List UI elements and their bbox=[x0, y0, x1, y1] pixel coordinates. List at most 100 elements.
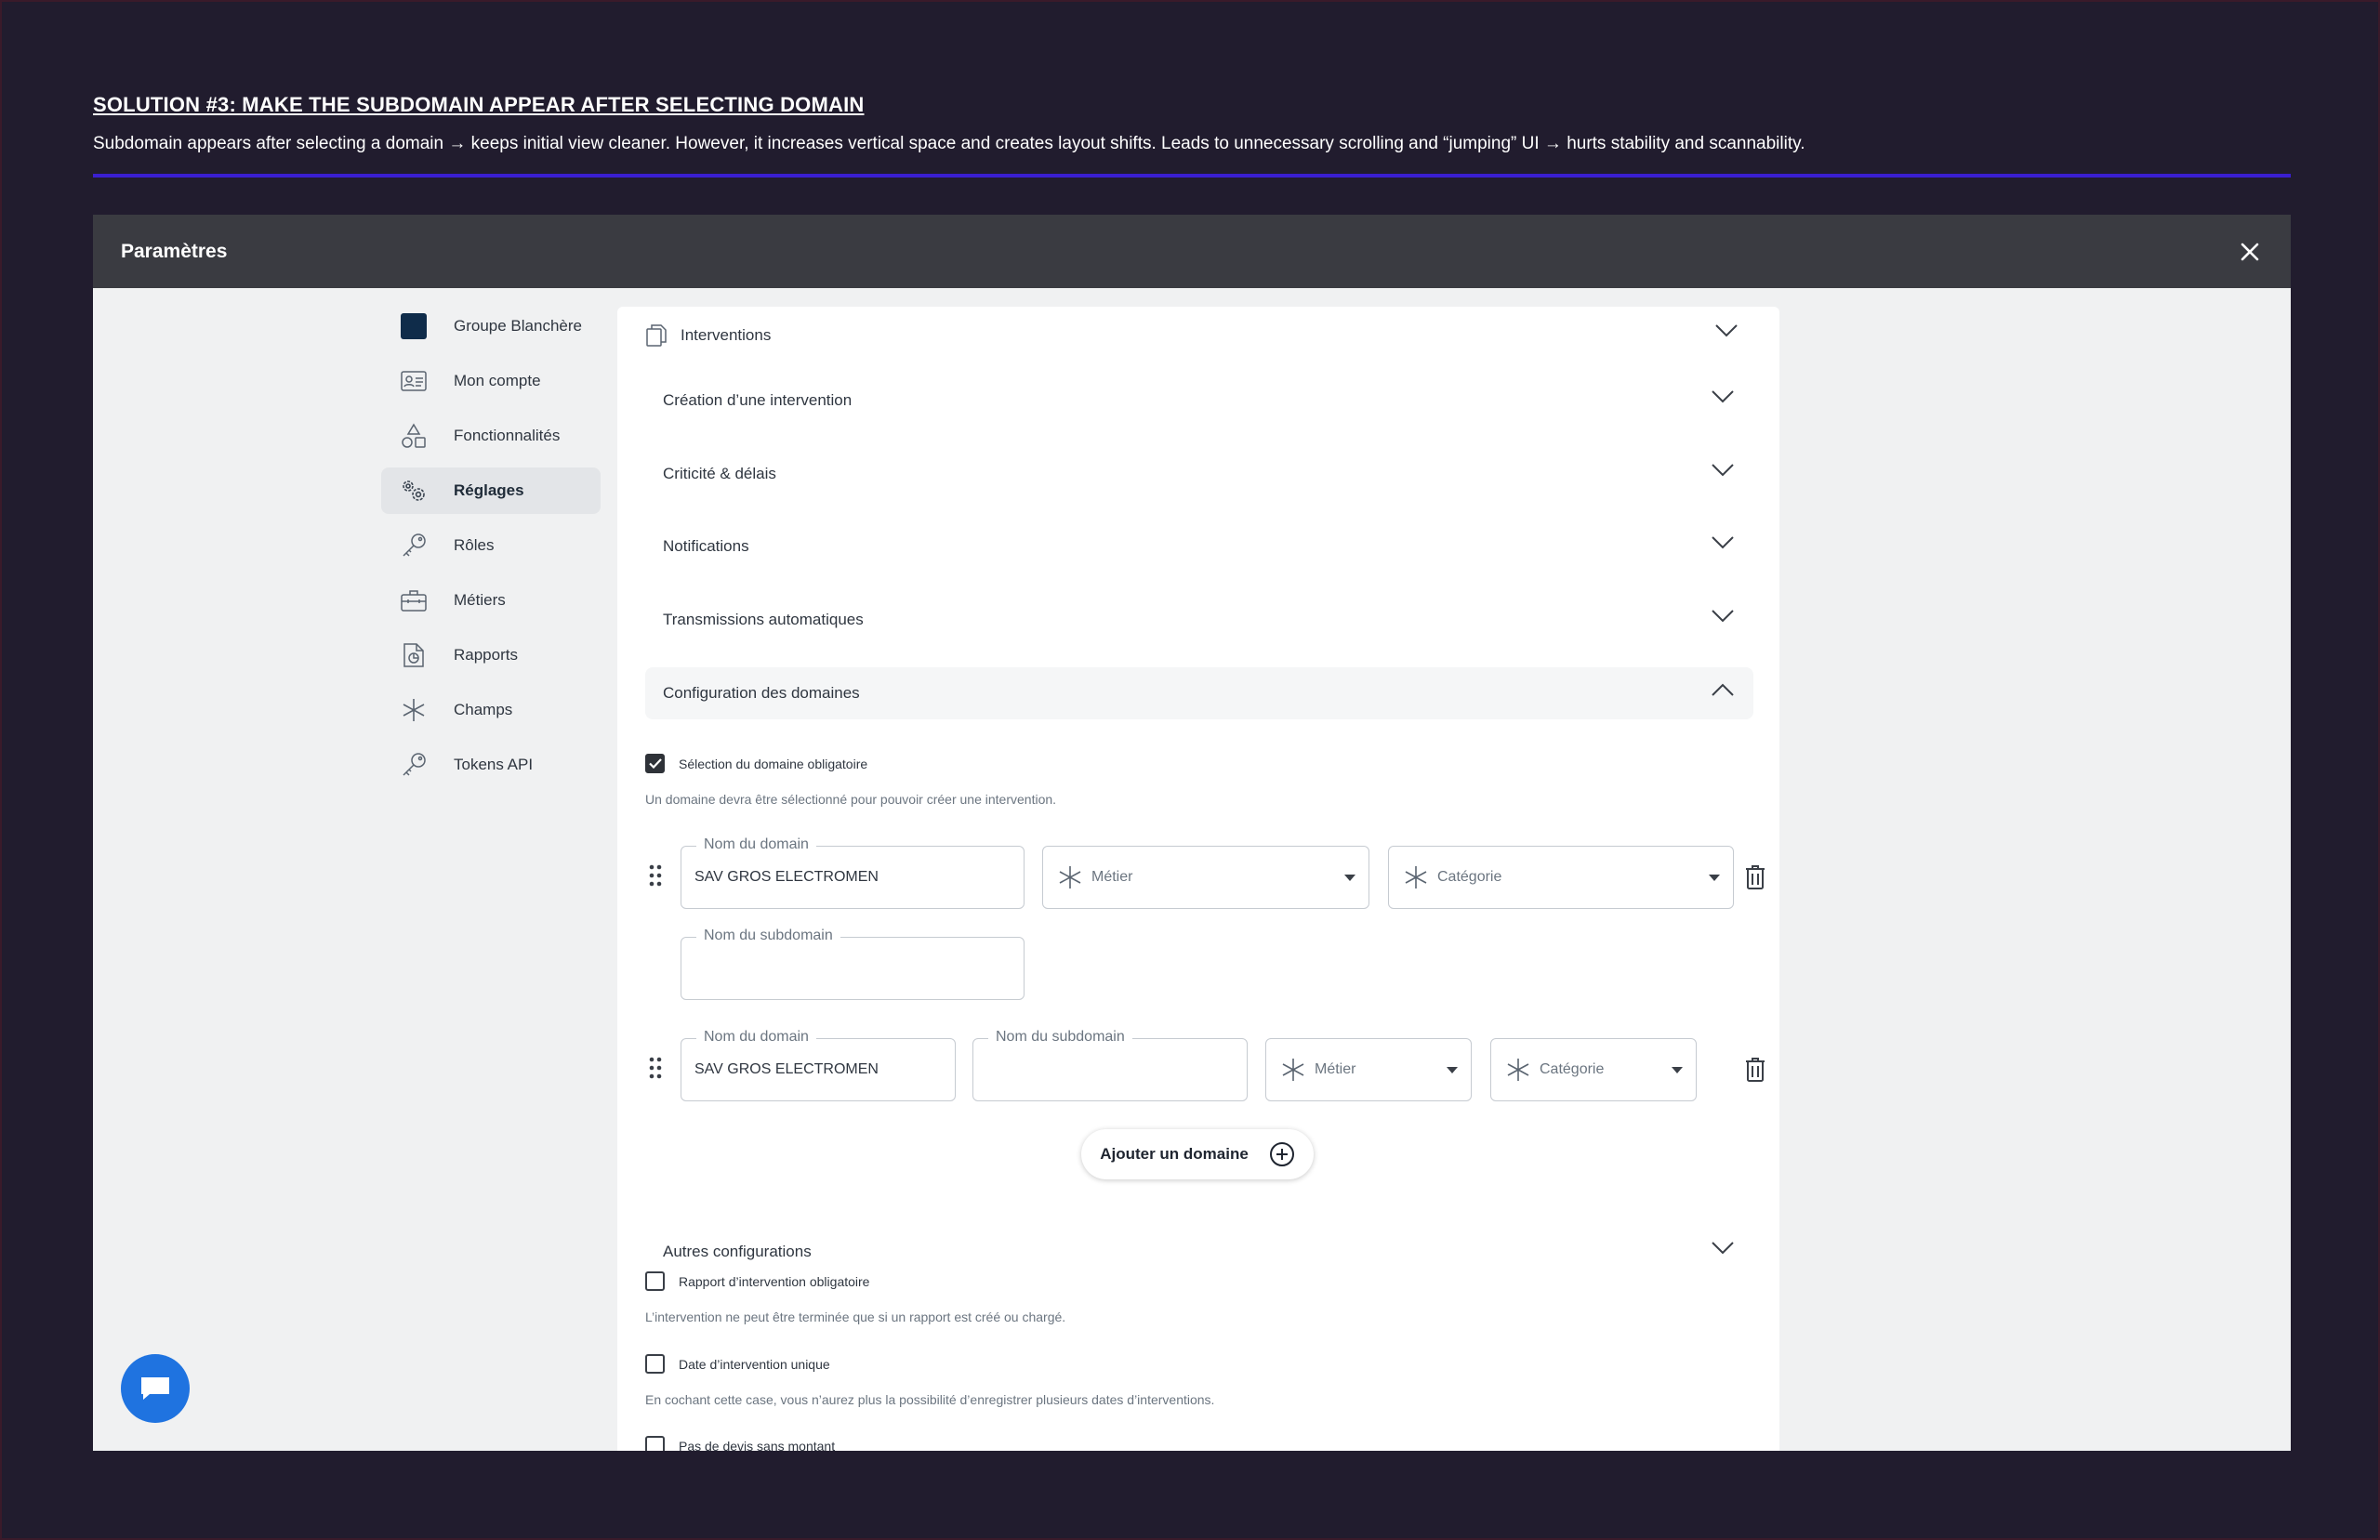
panel-header[interactable]: Interventions bbox=[645, 320, 1761, 351]
doc-title: SOLUTION #3: MAKE THE SUBDOMAIN APPEAR A… bbox=[93, 93, 865, 116]
option-devis-row: Pas de devis sans montant bbox=[645, 1436, 835, 1451]
report-file-icon bbox=[400, 641, 428, 669]
option-date-checkbox[interactable] bbox=[645, 1354, 665, 1374]
sidebar-item-fonctionnalites[interactable]: Fonctionnalités bbox=[381, 413, 601, 459]
sidebar-item-metiers[interactable]: Métiers bbox=[381, 577, 601, 624]
domain-required-checkbox[interactable] bbox=[645, 754, 665, 773]
sidebar-item-label: Champs bbox=[454, 701, 513, 718]
chat-bubble-icon bbox=[141, 1377, 169, 1400]
sidebar-item-label: Rôles bbox=[454, 536, 495, 554]
sidebar-item-tokens-api[interactable]: Tokens API bbox=[381, 742, 601, 788]
subdomain-name-field[interactable]: Nom du subdomain bbox=[681, 928, 1025, 1000]
categorie-select[interactable]: Catégorie bbox=[1388, 846, 1734, 909]
caret-down-icon bbox=[1344, 875, 1355, 881]
section-label: Création d’une intervention bbox=[663, 391, 853, 409]
section-label: Autres configurations bbox=[663, 1243, 812, 1260]
domain-required-label: Sélection du domaine obligatoire bbox=[679, 756, 868, 771]
key-icon bbox=[400, 751, 428, 779]
sidebar-item-reglages[interactable]: Réglages bbox=[381, 467, 601, 514]
option-label: Rapport d’intervention obligatoire bbox=[679, 1273, 870, 1289]
caret-down-icon bbox=[1672, 1067, 1683, 1073]
asterisk-icon bbox=[1405, 866, 1427, 888]
copy-document-icon bbox=[646, 324, 667, 347]
chevron-down-icon bbox=[1712, 464, 1734, 477]
option-date-help: En cochant cette case, vous n’aurez plus… bbox=[645, 1392, 1215, 1407]
chevron-down-icon bbox=[1712, 390, 1734, 403]
chevron-down-icon bbox=[1712, 610, 1734, 623]
delete-trash-icon[interactable] bbox=[1744, 1057, 1766, 1083]
section-configuration-domaines[interactable]: Configuration des domaines bbox=[645, 667, 1753, 719]
field-value: SAV GROS ELECTROMEN bbox=[694, 1061, 879, 1077]
add-domain-button[interactable]: Ajouter un domaine bbox=[1081, 1129, 1314, 1179]
domain-name-field[interactable]: Nom du domain SAV GROS ELECTROMEN bbox=[681, 836, 1025, 909]
metier-select[interactable]: Métier bbox=[1265, 1038, 1472, 1101]
select-placeholder: Catégorie bbox=[1437, 869, 1502, 885]
domain-required-help: Un domaine devra être sélectionné pour p… bbox=[645, 792, 1057, 807]
doc-description: Subdomain appears after selecting a doma… bbox=[93, 134, 1805, 153]
sidebar-item-mon-compte[interactable]: Mon compte bbox=[381, 358, 601, 404]
close-icon bbox=[2241, 243, 2259, 260]
interventions-panel: Interventions Création d’une interventio… bbox=[617, 307, 1779, 1451]
toolbox-icon bbox=[400, 586, 428, 614]
plus-circle-icon bbox=[1269, 1142, 1294, 1166]
section-notifications[interactable]: Notifications bbox=[645, 520, 1753, 573]
chevron-down-icon bbox=[1712, 536, 1734, 549]
section-autres-configurations[interactable]: Autres configurations bbox=[645, 1226, 1753, 1278]
field-value: SAV GROS ELECTROMEN bbox=[694, 869, 879, 885]
chat-button[interactable] bbox=[121, 1354, 190, 1423]
sidebar-item-roles[interactable]: Rôles bbox=[381, 522, 601, 569]
asterisk-icon bbox=[1282, 1059, 1304, 1081]
option-label: Date d’intervention unique bbox=[679, 1356, 830, 1372]
sidebar-item-label: Mon compte bbox=[454, 372, 541, 389]
settings-modal: Paramètres Groupe Blanchère Mon compte F… bbox=[93, 215, 2291, 1451]
domain-required-row: Sélection du domaine obligatoire bbox=[645, 754, 867, 773]
key-icon bbox=[400, 532, 428, 559]
sidebar-item-rapports[interactable]: Rapports bbox=[381, 632, 601, 678]
sidebar-item-champs[interactable]: Champs bbox=[381, 687, 601, 733]
sidebar-item-label: Tokens API bbox=[454, 756, 534, 773]
option-rapport-checkbox[interactable] bbox=[645, 1271, 665, 1291]
shapes-icon bbox=[400, 422, 428, 450]
drag-handle-icon[interactable] bbox=[649, 1057, 662, 1079]
metier-select[interactable]: Métier bbox=[1042, 846, 1369, 909]
chevron-up-icon bbox=[1712, 683, 1734, 696]
chevron-down-icon bbox=[1712, 1242, 1734, 1255]
sidebar-item-label: Groupe Blanchère bbox=[454, 317, 582, 335]
section-transmissions[interactable]: Transmissions automatiques bbox=[645, 594, 1753, 646]
section-criticite[interactable]: Criticité & délais bbox=[645, 448, 1753, 500]
modal-header: Paramètres bbox=[93, 215, 2291, 288]
subdomain-name-field[interactable]: Nom du subdomain bbox=[972, 1029, 1248, 1101]
option-label: Pas de devis sans montant bbox=[679, 1438, 836, 1452]
section-label: Configuration des domaines bbox=[663, 684, 860, 702]
check-icon bbox=[648, 758, 662, 769]
select-placeholder: Catégorie bbox=[1540, 1061, 1605, 1077]
sidebar-item-label: Métiers bbox=[454, 591, 506, 609]
drag-handle-icon[interactable] bbox=[649, 864, 662, 887]
option-rapport-row: Rapport d’intervention obligatoire bbox=[645, 1271, 869, 1291]
field-label: Nom du domain bbox=[696, 1029, 816, 1046]
field-label: Nom du domain bbox=[696, 836, 816, 853]
panel-title: Interventions bbox=[681, 326, 772, 344]
sidebar-item-groupe[interactable]: Groupe Blanchère bbox=[381, 303, 601, 349]
section-creation[interactable]: Création d’une intervention bbox=[645, 375, 1753, 427]
asterisk-icon bbox=[1507, 1059, 1529, 1081]
modal-title: Paramètres bbox=[121, 240, 228, 262]
section-label: Criticité & délais bbox=[663, 465, 776, 482]
settings-sidebar: Groupe Blanchère Mon compte Fonctionnali… bbox=[381, 303, 601, 796]
org-square-icon bbox=[400, 312, 428, 340]
close-button[interactable] bbox=[2237, 239, 2263, 265]
delete-trash-icon[interactable] bbox=[1744, 864, 1766, 890]
select-placeholder: Métier bbox=[1091, 869, 1133, 885]
option-devis-checkbox[interactable] bbox=[645, 1436, 665, 1451]
field-label: Nom du subdomain bbox=[988, 1029, 1132, 1046]
sidebar-item-label: Rapports bbox=[454, 646, 518, 664]
section-label: Transmissions automatiques bbox=[663, 611, 864, 628]
sidebar-item-label: Réglages bbox=[454, 481, 524, 499]
asterisk-icon bbox=[400, 696, 428, 724]
domain-name-field[interactable]: Nom du domain SAV GROS ELECTROMEN bbox=[681, 1029, 956, 1101]
select-placeholder: Métier bbox=[1315, 1061, 1356, 1077]
categorie-select[interactable]: Catégorie bbox=[1490, 1038, 1697, 1101]
add-domain-label: Ajouter un domaine bbox=[1100, 1145, 1249, 1163]
option-date-row: Date d’intervention unique bbox=[645, 1354, 830, 1374]
field-label: Nom du subdomain bbox=[696, 928, 840, 944]
